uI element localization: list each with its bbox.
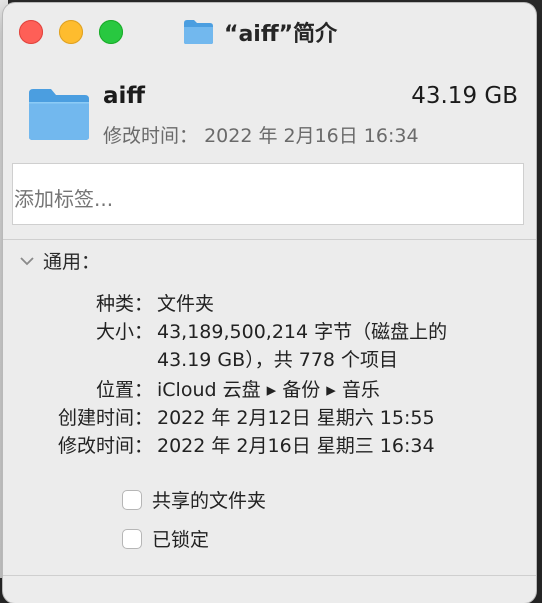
info-row-modified: 修改时间： 2022 年 2月16日 星期三 16:34 [3, 431, 497, 458]
get-info-window: “aiff”简介 aiff 43.19 GB 修改时间： 2022 年 2月16… [3, 3, 536, 603]
info-key: 修改时间： [57, 435, 153, 457]
title-bar[interactable]: “aiff”简介 [3, 3, 536, 61]
info-value: 文件夹 [157, 293, 215, 315]
info-value: 2022 年 2月12日 星期六 15:55 [157, 407, 435, 429]
tags-input[interactable] [12, 163, 524, 225]
info-row-location: 位置： iCloud 云盘 ▸ 备份 ▸ 音乐 [3, 375, 497, 402]
zoom-button[interactable] [99, 20, 123, 44]
general-section-toggle[interactable]: 通用： [19, 247, 100, 274]
info-key: 创建时间： [57, 407, 153, 429]
info-row-kind: 种类： 文件夹 [3, 289, 497, 316]
locked-checkbox[interactable] [122, 528, 142, 549]
modified-date: 修改时间： 2022 年 2月16日 16:34 [103, 121, 419, 148]
info-key: 种类： [95, 293, 153, 315]
minimize-button[interactable] [59, 20, 83, 44]
file-header: aiff 43.19 GB 修改时间： 2022 年 2月16日 16:34 [3, 61, 536, 161]
window-title: “aiff”简介 [182, 17, 337, 47]
divider [3, 239, 536, 240]
file-size: 43.19 GB [411, 83, 518, 109]
chevron-down-icon [20, 256, 34, 265]
general-section-label: 通用： [43, 251, 101, 273]
info-row-created: 创建时间： 2022 年 2月12日 星期六 15:55 [3, 403, 497, 430]
info-value: 2022 年 2月16日 星期三 16:34 [157, 435, 435, 457]
divider [3, 575, 536, 576]
info-value: 43,189,500,214 字节（磁盘上的 43.19 GB），共 778 个… [157, 321, 448, 371]
modified-value: 2022 年 2月16日 16:34 [204, 125, 419, 147]
info-key: 大小： [95, 321, 153, 343]
info-value: iCloud 云盘 ▸ 备份 ▸ 音乐 [157, 379, 380, 401]
folder-icon [29, 89, 89, 140]
file-name: aiff [103, 83, 146, 109]
shared-folder-checkbox[interactable] [122, 489, 142, 510]
shared-folder-label: 共享的文件夹 [152, 490, 267, 512]
folder-icon [184, 20, 213, 44]
shared-folder-option[interactable]: 共享的文件夹 [122, 486, 266, 513]
info-row-size: 大小： 43,189,500,214 字节（磁盘上的 43.19 GB），共 7… [3, 318, 487, 374]
locked-option[interactable]: 已锁定 [122, 525, 209, 552]
locked-label: 已锁定 [152, 529, 210, 551]
close-button[interactable] [19, 20, 43, 44]
info-key: 位置： [95, 379, 153, 401]
modified-label: 修改时间： [103, 125, 199, 147]
window-title-text: “aiff”简介 [224, 22, 338, 47]
